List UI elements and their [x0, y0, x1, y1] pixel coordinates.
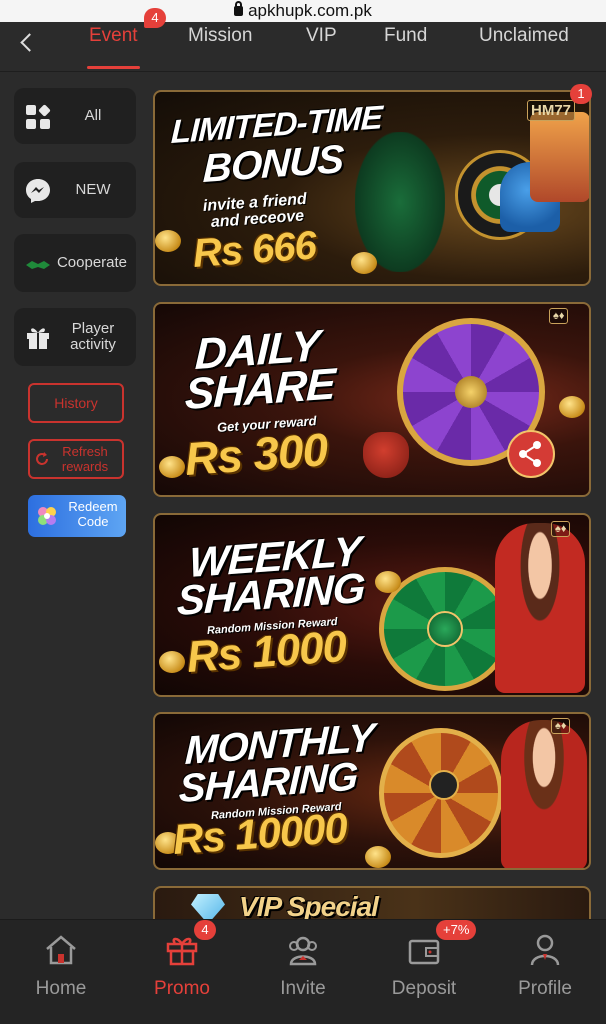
- woman-character-image: [501, 720, 587, 868]
- tab-vip-label: VIP: [306, 25, 337, 46]
- nav-invite[interactable]: Invite: [248, 920, 358, 1020]
- banner-title-line2: SHARING: [178, 754, 359, 811]
- wheel-hub-image: [455, 376, 487, 408]
- banner-limited-time-bonus[interactable]: HM77 LIMITED-TIME BONUS invite a friend …: [153, 90, 591, 286]
- refresh-rewards-button[interactable]: Refresh rewards: [28, 439, 124, 479]
- banner-monthly-sharing[interactable]: ♠♦ MONTHLY SHARING Random Mission Reward…: [153, 712, 591, 870]
- sidebar-item-new-label: NEW: [75, 181, 111, 198]
- banner-title-line1: LIMITED-TIME: [170, 98, 383, 150]
- pig-character-image: [530, 112, 589, 202]
- sidebar-item-cooperate[interactable]: Cooperate: [14, 234, 136, 292]
- share-icon: [507, 430, 555, 478]
- profile-icon: [530, 934, 560, 966]
- invite-icon: [289, 936, 317, 966]
- banner-amount: Rs 300: [183, 423, 329, 485]
- coin-image: [351, 252, 377, 274]
- nav-profile-label: Profile: [518, 978, 572, 999]
- banner-title-line2: SHARE: [184, 359, 336, 419]
- nav-home[interactable]: Home: [6, 920, 116, 1020]
- nav-deposit-label: Deposit: [391, 978, 457, 999]
- url-text: apkhupk.com.pk: [248, 1, 372, 20]
- banner-amount: Rs 10000: [171, 803, 349, 863]
- tab-event-label: Event: [89, 25, 138, 46]
- wheel-hub-image: [427, 611, 463, 647]
- promo-count-badge: 4: [194, 920, 216, 940]
- event-count-badge: 4: [144, 8, 166, 28]
- lock-icon: [234, 1, 244, 16]
- cricketer-image: [355, 132, 445, 272]
- coin-image: [159, 456, 185, 478]
- banner-title-line2: SHARING: [176, 564, 366, 624]
- nav-promo-label: Promo: [154, 978, 210, 999]
- sidebar-item-cooperate-label: Cooperate: [56, 254, 128, 271]
- deposit-bonus-badge: +7%: [436, 920, 477, 940]
- banner-daily-share[interactable]: ♠♦ DAILY SHARE Get your reward Rs 300: [153, 302, 591, 497]
- history-button[interactable]: History: [28, 383, 124, 423]
- banner-title: VIP Special: [239, 891, 379, 922]
- banner-weekly-sharing[interactable]: ♠♦ WEEKLY SHARING Random Mission Reward …: [153, 513, 591, 697]
- coin-image: [155, 230, 181, 252]
- brand-logo: ♠♦: [549, 308, 569, 324]
- refresh-icon: [36, 452, 48, 465]
- tab-mission[interactable]: Mission: [188, 24, 252, 68]
- tab-event[interactable]: Event: [87, 24, 140, 69]
- wheel-hub-image: [429, 770, 459, 800]
- tab-unclaimed-label: Unclaimed: [479, 25, 569, 46]
- banner-amount: Rs 666: [191, 223, 318, 276]
- flower-gift-icon: [38, 507, 56, 525]
- banner-amount: Rs 1000: [185, 621, 348, 682]
- messenger-icon: [26, 179, 50, 203]
- nav-promo[interactable]: Promo: [127, 920, 237, 1020]
- tab-fund[interactable]: Fund: [384, 24, 427, 68]
- gift-icon: [27, 328, 49, 349]
- sidebar-item-player-activity[interactable]: Player activity: [14, 308, 136, 366]
- coin-image: [375, 571, 401, 593]
- sidebar-item-all-label: All: [84, 107, 102, 124]
- tab-vip[interactable]: VIP: [306, 24, 337, 68]
- nav-profile[interactable]: Profile: [490, 920, 600, 1020]
- banner-title-line2: BONUS: [202, 137, 344, 191]
- tab-mission-label: Mission: [188, 25, 253, 46]
- back-button[interactable]: [17, 30, 37, 58]
- brand-logo: ♠♦: [551, 718, 571, 734]
- sidebar-item-player-activity-label: Player activity: [70, 320, 116, 353]
- banner-notification-badge: 1: [570, 84, 592, 104]
- home-icon: [46, 935, 76, 965]
- browser-url-bar[interactable]: apkhupk.com.pk: [0, 0, 606, 22]
- redeem-code-label: Redeem Code: [68, 499, 118, 529]
- coin-image: [559, 396, 585, 418]
- hm77-logo: HM77: [527, 100, 576, 121]
- sidebar-item-all[interactable]: All: [14, 88, 136, 144]
- tab-unclaimed[interactable]: Unclaimed: [479, 24, 569, 68]
- brand-logo: ♠♦: [551, 521, 571, 537]
- nav-home-label: Home: [35, 978, 87, 999]
- woman-character-image: [495, 523, 585, 693]
- coin-image: [159, 651, 185, 673]
- grid-icon: [26, 104, 51, 129]
- tab-fund-label: Fund: [384, 25, 428, 46]
- sidebar-item-new[interactable]: NEW: [14, 162, 136, 218]
- gift-icon: [166, 937, 198, 966]
- wallet-icon: [408, 939, 440, 965]
- refresh-rewards-label: Refresh rewards: [61, 444, 109, 474]
- top-tab-bar: Event 4 Mission VIP Fund Unclaimed: [0, 8, 606, 72]
- redeem-code-button[interactable]: Redeem Code: [28, 495, 126, 537]
- bottom-navigation: Home Promo 4 Invite Deposit +7% Profile: [0, 919, 606, 1024]
- money-bag-image: [363, 432, 409, 478]
- handshake-icon: [26, 261, 50, 269]
- nav-invite-label: Invite: [280, 978, 326, 999]
- coin-image: [365, 846, 391, 868]
